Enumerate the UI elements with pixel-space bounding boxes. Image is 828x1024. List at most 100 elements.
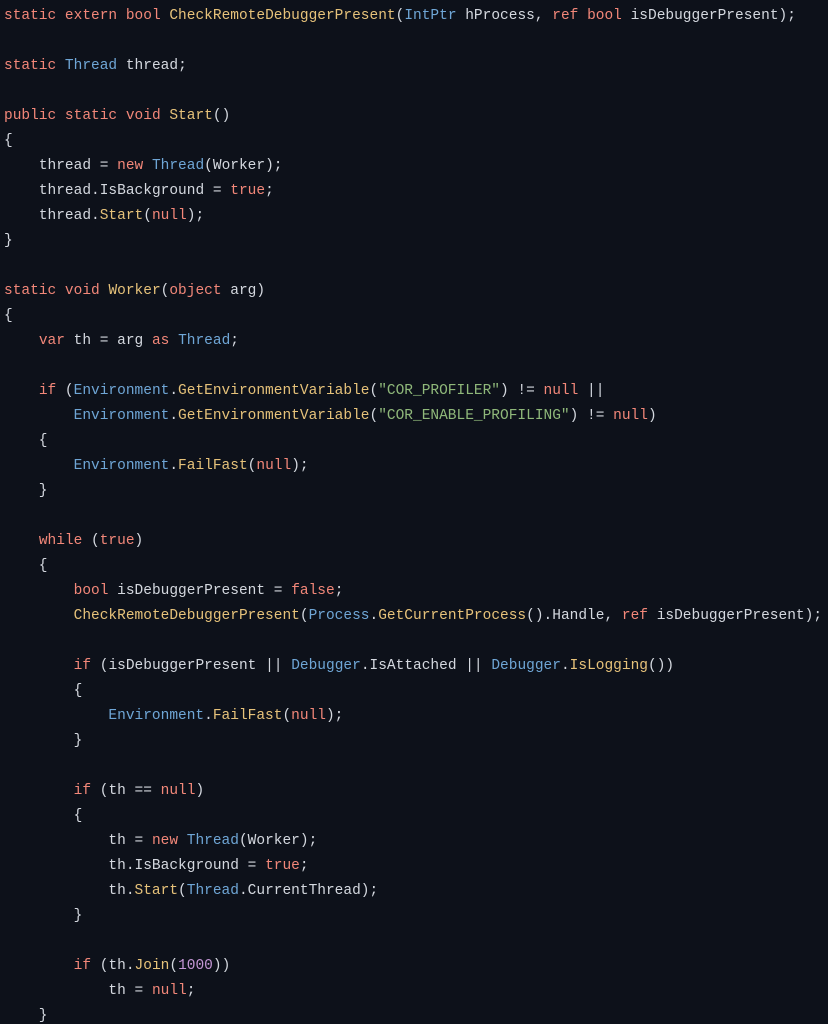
code-token-punc: ); <box>187 208 204 224</box>
code-token-kw: null <box>152 208 187 224</box>
code-token-punc <box>4 383 39 399</box>
code-token-punc <box>56 8 65 24</box>
code-token-punc: . <box>561 658 570 674</box>
code-token-punc: . <box>91 208 100 224</box>
code-token-kw: true <box>265 858 300 874</box>
code-token-punc: ( <box>239 833 248 849</box>
code-token-func: GetCurrentProcess <box>378 608 526 624</box>
code-token-kw: null <box>291 708 326 724</box>
code-token-punc: } <box>4 908 82 924</box>
code-token-punc: ); <box>326 708 343 724</box>
code-token-punc <box>4 333 39 349</box>
code-token-punc: ); <box>805 608 822 624</box>
code-token-kw: null <box>152 983 187 999</box>
code-token-str: "COR_PROFILER" <box>378 383 500 399</box>
code-token-punc: . <box>91 183 100 199</box>
code-token-punc: . <box>204 708 213 724</box>
code-token-func: FailFast <box>213 708 283 724</box>
code-token-punc: ( <box>300 608 309 624</box>
code-token-ident: isDebuggerPresent <box>657 608 805 624</box>
code-token-punc: . <box>169 408 178 424</box>
code-token-punc: ( <box>91 658 108 674</box>
code-token-type: Environment <box>108 708 204 724</box>
code-token-punc: { <box>4 558 48 574</box>
code-token-type: Thread <box>152 158 204 174</box>
code-token-ident: arg <box>230 283 256 299</box>
code-token-punc: = <box>91 158 117 174</box>
code-token-ident: th <box>74 333 91 349</box>
code-token-kw: void <box>65 283 100 299</box>
code-token-kw: if <box>74 658 91 674</box>
code-token-punc: ( <box>178 883 187 899</box>
code-token-punc: , <box>535 8 552 24</box>
code-token-type: Environment <box>74 458 170 474</box>
code-token-punc <box>4 833 108 849</box>
code-token-ident: hProcess <box>465 8 535 24</box>
code-token-func: Worker <box>108 283 160 299</box>
code-token-kw: public <box>4 108 56 124</box>
code-token-kw: new <box>152 833 178 849</box>
code-token-type: Thread <box>65 58 117 74</box>
code-token-ident: Worker <box>213 158 265 174</box>
code-token-kw: ref <box>552 8 578 24</box>
code-token-type: Process <box>309 608 370 624</box>
code-token-punc <box>108 583 117 599</box>
code-token-punc: ; <box>265 183 274 199</box>
code-token-punc: ( <box>369 408 378 424</box>
code-token-func: GetEnvironmentVariable <box>178 408 369 424</box>
code-token-punc: } <box>4 733 82 749</box>
code-token-punc: (). <box>526 608 552 624</box>
code-token-ident: th <box>108 983 125 999</box>
code-token-func: Start <box>135 883 179 899</box>
code-token-punc: || <box>256 658 291 674</box>
code-token-kw: false <box>291 583 335 599</box>
code-token-kw: static <box>4 58 56 74</box>
code-token-punc: () <box>213 108 230 124</box>
code-token-punc: ) != <box>500 383 544 399</box>
code-token-punc: ) <box>648 408 657 424</box>
code-token-punc: } <box>4 483 48 499</box>
code-token-punc: = <box>204 183 230 199</box>
code-token-punc <box>4 608 74 624</box>
code-token-punc: ) <box>195 783 204 799</box>
code-block: static extern bool CheckRemoteDebuggerPr… <box>0 0 828 1024</box>
code-token-punc: ); <box>779 8 796 24</box>
code-token-kw: true <box>230 183 265 199</box>
code-token-punc: . <box>126 858 135 874</box>
code-token-punc <box>4 783 74 799</box>
code-token-punc <box>4 658 74 674</box>
code-token-punc <box>222 283 231 299</box>
code-token-ident: IsBackground <box>135 858 239 874</box>
code-token-punc <box>578 8 587 24</box>
code-token-type: Thread <box>178 333 230 349</box>
code-token-punc: . <box>169 383 178 399</box>
code-token-punc: || <box>578 383 604 399</box>
code-token-punc <box>4 408 74 424</box>
code-token-punc <box>65 333 74 349</box>
code-token-punc: || <box>457 658 492 674</box>
code-token-ident: th <box>108 958 125 974</box>
code-token-num: 1000 <box>178 958 213 974</box>
code-token-kw: as <box>152 333 169 349</box>
code-token-punc: } <box>4 233 13 249</box>
code-token-punc: { <box>4 683 82 699</box>
code-token-punc <box>56 283 65 299</box>
code-token-punc: ; <box>230 333 239 349</box>
code-token-kw: static <box>65 108 117 124</box>
code-token-punc: . <box>169 458 178 474</box>
code-token-kw: bool <box>587 8 622 24</box>
code-token-punc <box>117 108 126 124</box>
code-token-kw: static <box>4 283 56 299</box>
code-token-func: FailFast <box>178 458 248 474</box>
code-token-punc <box>143 333 152 349</box>
code-token-punc: ; <box>335 583 344 599</box>
code-token-punc: . <box>126 883 135 899</box>
code-token-punc <box>4 533 39 549</box>
code-token-kw: ref <box>622 608 648 624</box>
code-token-ident: th <box>108 858 125 874</box>
code-token-punc: ( <box>56 383 73 399</box>
code-token-ident: thread <box>39 208 91 224</box>
code-token-kw: if <box>39 383 56 399</box>
code-token-ident: thread <box>126 58 178 74</box>
code-token-punc <box>178 833 187 849</box>
